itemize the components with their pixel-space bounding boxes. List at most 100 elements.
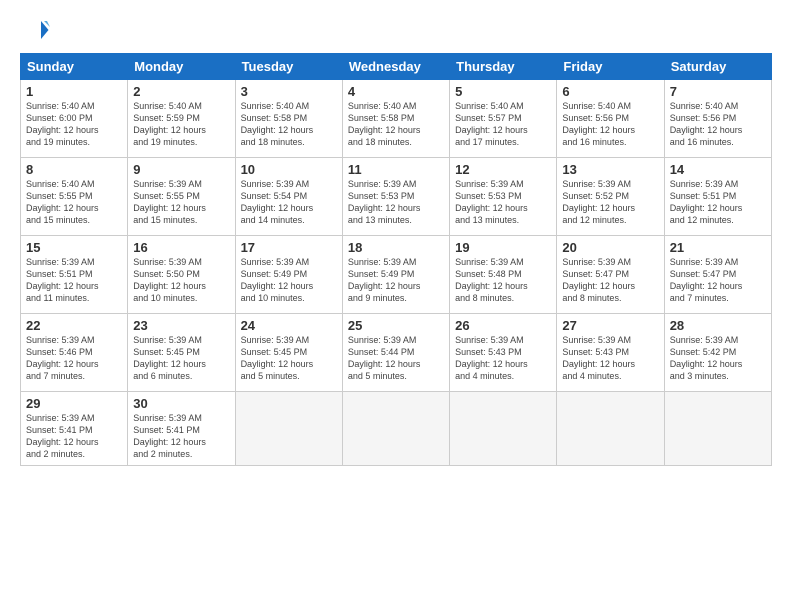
table-row: 18Sunrise: 5:39 AM Sunset: 5:49 PM Dayli… [342,236,449,314]
table-row: 29Sunrise: 5:39 AM Sunset: 5:41 PM Dayli… [21,392,128,466]
calendar-table: Sunday Monday Tuesday Wednesday Thursday… [20,53,772,466]
header [20,15,772,45]
table-row: 10Sunrise: 5:39 AM Sunset: 5:54 PM Dayli… [235,158,342,236]
day-info: Sunrise: 5:40 AM Sunset: 5:56 PM Dayligh… [562,100,658,149]
table-row: 7Sunrise: 5:40 AM Sunset: 5:56 PM Daylig… [664,80,771,158]
day-number: 29 [26,396,122,411]
day-info: Sunrise: 5:39 AM Sunset: 5:47 PM Dayligh… [562,256,658,305]
day-number: 19 [455,240,551,255]
day-number: 26 [455,318,551,333]
day-number: 1 [26,84,122,99]
col-wednesday: Wednesday [342,54,449,80]
day-number: 18 [348,240,444,255]
day-number: 6 [562,84,658,99]
day-info: Sunrise: 5:40 AM Sunset: 5:56 PM Dayligh… [670,100,766,149]
table-row: 21Sunrise: 5:39 AM Sunset: 5:47 PM Dayli… [664,236,771,314]
day-info: Sunrise: 5:39 AM Sunset: 5:41 PM Dayligh… [26,412,122,461]
day-info: Sunrise: 5:40 AM Sunset: 5:57 PM Dayligh… [455,100,551,149]
day-number: 16 [133,240,229,255]
table-row: 12Sunrise: 5:39 AM Sunset: 5:53 PM Dayli… [450,158,557,236]
day-info: Sunrise: 5:40 AM Sunset: 6:00 PM Dayligh… [26,100,122,149]
table-row [557,392,664,466]
day-info: Sunrise: 5:39 AM Sunset: 5:41 PM Dayligh… [133,412,229,461]
table-row: 3Sunrise: 5:40 AM Sunset: 5:58 PM Daylig… [235,80,342,158]
day-info: Sunrise: 5:39 AM Sunset: 5:42 PM Dayligh… [670,334,766,383]
table-row: 11Sunrise: 5:39 AM Sunset: 5:53 PM Dayli… [342,158,449,236]
day-number: 22 [26,318,122,333]
table-row: 28Sunrise: 5:39 AM Sunset: 5:42 PM Dayli… [664,314,771,392]
day-info: Sunrise: 5:40 AM Sunset: 5:58 PM Dayligh… [348,100,444,149]
table-row: 20Sunrise: 5:39 AM Sunset: 5:47 PM Dayli… [557,236,664,314]
day-number: 11 [348,162,444,177]
day-info: Sunrise: 5:39 AM Sunset: 5:45 PM Dayligh… [241,334,337,383]
day-number: 28 [670,318,766,333]
day-info: Sunrise: 5:40 AM Sunset: 5:58 PM Dayligh… [241,100,337,149]
day-number: 20 [562,240,658,255]
day-number: 24 [241,318,337,333]
day-number: 7 [670,84,766,99]
table-row: 1Sunrise: 5:40 AM Sunset: 6:00 PM Daylig… [21,80,128,158]
table-row: 4Sunrise: 5:40 AM Sunset: 5:58 PM Daylig… [342,80,449,158]
table-row: 2Sunrise: 5:40 AM Sunset: 5:59 PM Daylig… [128,80,235,158]
col-friday: Friday [557,54,664,80]
table-row: 8Sunrise: 5:40 AM Sunset: 5:55 PM Daylig… [21,158,128,236]
table-row [450,392,557,466]
day-info: Sunrise: 5:39 AM Sunset: 5:50 PM Dayligh… [133,256,229,305]
week-row-1: 1Sunrise: 5:40 AM Sunset: 6:00 PM Daylig… [21,80,772,158]
day-number: 8 [26,162,122,177]
day-number: 14 [670,162,766,177]
day-number: 25 [348,318,444,333]
table-row: 17Sunrise: 5:39 AM Sunset: 5:49 PM Dayli… [235,236,342,314]
day-number: 17 [241,240,337,255]
day-info: Sunrise: 5:39 AM Sunset: 5:43 PM Dayligh… [562,334,658,383]
table-row [342,392,449,466]
table-row: 27Sunrise: 5:39 AM Sunset: 5:43 PM Dayli… [557,314,664,392]
table-row: 26Sunrise: 5:39 AM Sunset: 5:43 PM Dayli… [450,314,557,392]
table-row: 15Sunrise: 5:39 AM Sunset: 5:51 PM Dayli… [21,236,128,314]
day-number: 2 [133,84,229,99]
day-info: Sunrise: 5:39 AM Sunset: 5:51 PM Dayligh… [26,256,122,305]
day-number: 13 [562,162,658,177]
day-info: Sunrise: 5:39 AM Sunset: 5:49 PM Dayligh… [241,256,337,305]
table-row: 19Sunrise: 5:39 AM Sunset: 5:48 PM Dayli… [450,236,557,314]
table-row: 30Sunrise: 5:39 AM Sunset: 5:41 PM Dayli… [128,392,235,466]
col-tuesday: Tuesday [235,54,342,80]
col-saturday: Saturday [664,54,771,80]
day-info: Sunrise: 5:39 AM Sunset: 5:53 PM Dayligh… [348,178,444,227]
week-row-2: 8Sunrise: 5:40 AM Sunset: 5:55 PM Daylig… [21,158,772,236]
header-row: Sunday Monday Tuesday Wednesday Thursday… [21,54,772,80]
table-row [664,392,771,466]
day-number: 30 [133,396,229,411]
day-number: 9 [133,162,229,177]
table-row: 16Sunrise: 5:39 AM Sunset: 5:50 PM Dayli… [128,236,235,314]
day-number: 3 [241,84,337,99]
day-number: 10 [241,162,337,177]
table-row: 22Sunrise: 5:39 AM Sunset: 5:46 PM Dayli… [21,314,128,392]
day-info: Sunrise: 5:39 AM Sunset: 5:53 PM Dayligh… [455,178,551,227]
day-info: Sunrise: 5:39 AM Sunset: 5:55 PM Dayligh… [133,178,229,227]
day-info: Sunrise: 5:40 AM Sunset: 5:59 PM Dayligh… [133,100,229,149]
table-row: 14Sunrise: 5:39 AM Sunset: 5:51 PM Dayli… [664,158,771,236]
day-info: Sunrise: 5:39 AM Sunset: 5:48 PM Dayligh… [455,256,551,305]
day-info: Sunrise: 5:39 AM Sunset: 5:44 PM Dayligh… [348,334,444,383]
week-row-4: 22Sunrise: 5:39 AM Sunset: 5:46 PM Dayli… [21,314,772,392]
col-thursday: Thursday [450,54,557,80]
day-info: Sunrise: 5:39 AM Sunset: 5:46 PM Dayligh… [26,334,122,383]
day-number: 4 [348,84,444,99]
week-row-3: 15Sunrise: 5:39 AM Sunset: 5:51 PM Dayli… [21,236,772,314]
day-number: 23 [133,318,229,333]
day-info: Sunrise: 5:39 AM Sunset: 5:43 PM Dayligh… [455,334,551,383]
day-number: 15 [26,240,122,255]
day-info: Sunrise: 5:40 AM Sunset: 5:55 PM Dayligh… [26,178,122,227]
day-info: Sunrise: 5:39 AM Sunset: 5:54 PM Dayligh… [241,178,337,227]
table-row: 13Sunrise: 5:39 AM Sunset: 5:52 PM Dayli… [557,158,664,236]
table-row: 9Sunrise: 5:39 AM Sunset: 5:55 PM Daylig… [128,158,235,236]
day-info: Sunrise: 5:39 AM Sunset: 5:52 PM Dayligh… [562,178,658,227]
table-row [235,392,342,466]
logo [20,15,54,45]
logo-icon [20,15,50,45]
day-number: 12 [455,162,551,177]
table-row: 24Sunrise: 5:39 AM Sunset: 5:45 PM Dayli… [235,314,342,392]
day-info: Sunrise: 5:39 AM Sunset: 5:45 PM Dayligh… [133,334,229,383]
day-number: 21 [670,240,766,255]
